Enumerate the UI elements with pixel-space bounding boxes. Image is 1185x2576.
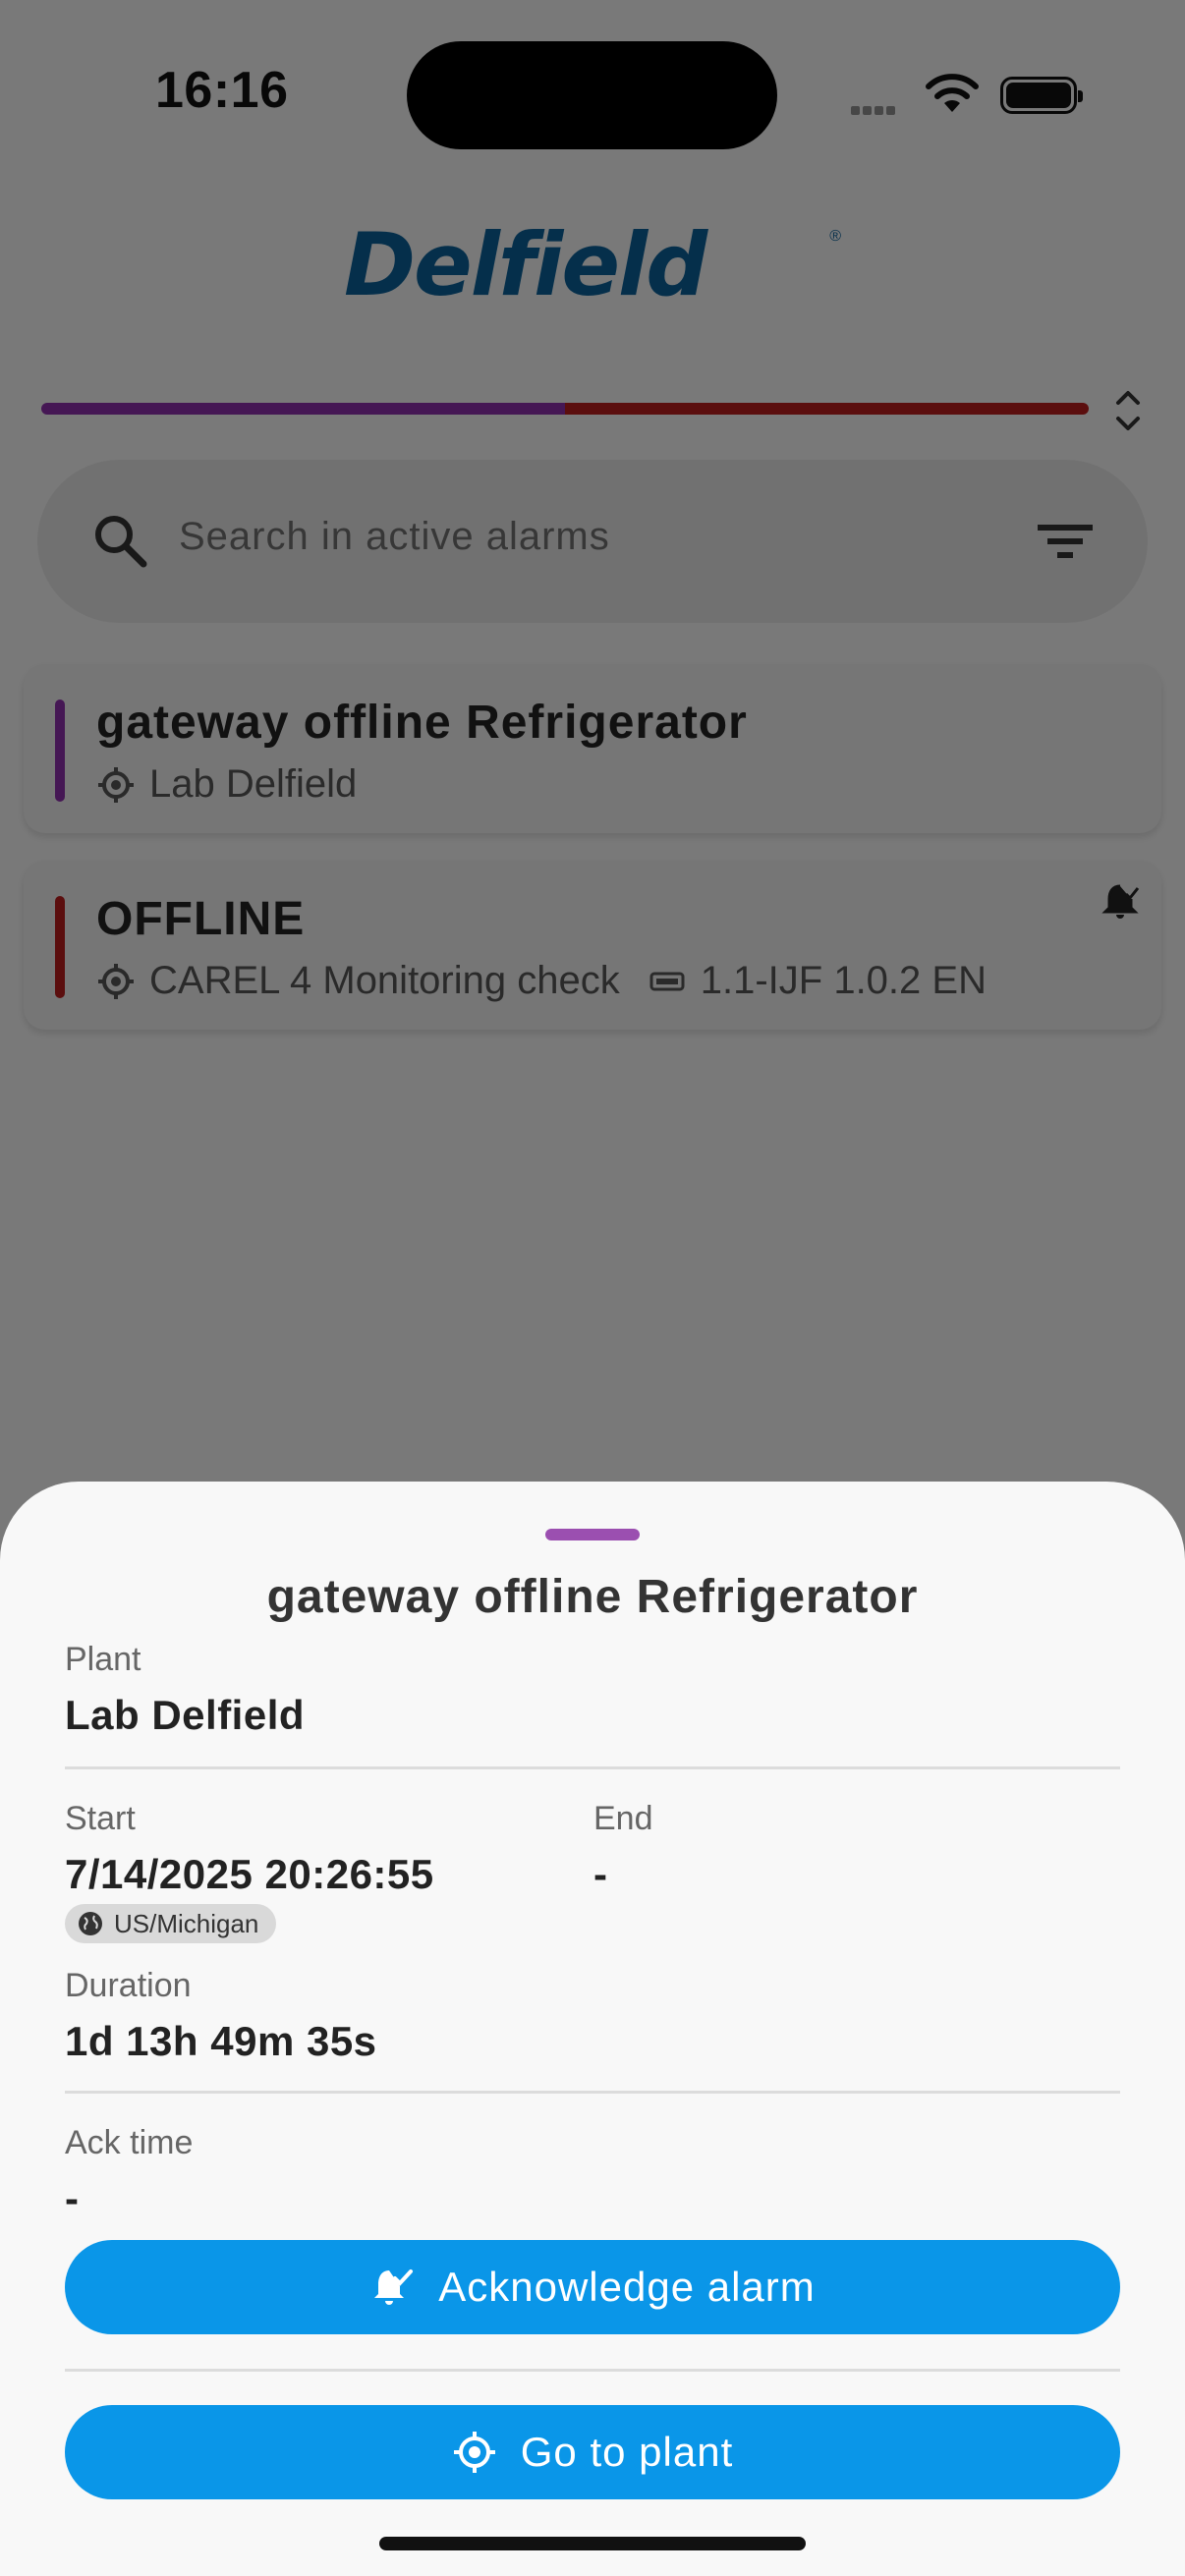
acknowledge-alarm-label: Acknowledge alarm <box>438 2264 816 2310</box>
divider <box>65 2369 1120 2372</box>
ack-time-value: - <box>65 2175 80 2221</box>
location-target-icon <box>453 2432 495 2473</box>
home-indicator[interactable] <box>379 2537 806 2550</box>
divider <box>65 1766 1120 1769</box>
app-screen: 16:16 Delfield ® Search in active alarms <box>0 0 1185 2576</box>
timezone-badge: US/Michigan <box>65 1904 277 1943</box>
sheet-drag-handle[interactable] <box>545 1529 640 1540</box>
alarm-detail-sheet: gateway offline Refrigerator Plant Lab D… <box>0 1482 1185 2576</box>
plant-value: Lab Delfield <box>65 1692 306 1738</box>
end-value: - <box>593 1851 608 1897</box>
go-to-plant-button[interactable]: Go to plant <box>65 2405 1120 2499</box>
globe-icon <box>79 1912 102 1935</box>
start-value: 7/14/2025 20:26:55 <box>65 1851 434 1897</box>
divider <box>65 2091 1120 2094</box>
sheet-title: gateway offline Refrigerator <box>266 1571 919 1623</box>
bell-check-icon <box>374 2269 414 2305</box>
timezone-text: US/Michigan <box>114 1908 259 1938</box>
end-label: End <box>593 1800 653 1837</box>
plant-label: Plant <box>65 1641 141 1678</box>
duration-value: 1d 13h 49m 35s <box>65 2018 377 2064</box>
start-label: Start <box>65 1800 136 1837</box>
ack-time-label: Ack time <box>65 2124 194 2161</box>
acknowledge-alarm-button[interactable]: Acknowledge alarm <box>65 2240 1120 2334</box>
duration-label: Duration <box>65 1967 192 2004</box>
go-to-plant-label: Go to plant <box>520 2429 734 2475</box>
